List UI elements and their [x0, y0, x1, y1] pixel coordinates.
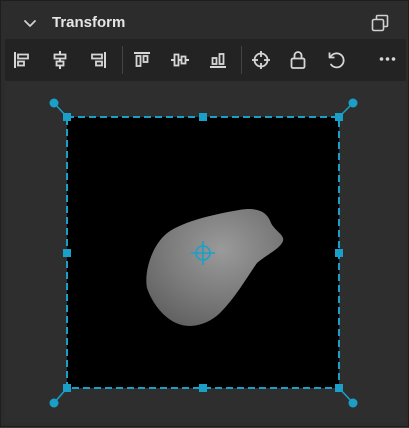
resize-handle-bottom-left[interactable]: [63, 384, 71, 392]
resize-handle-bottom-right[interactable]: [335, 384, 343, 392]
resize-handle-right[interactable]: [335, 249, 343, 257]
rotate-handle-bottom-right[interactable]: [348, 398, 358, 408]
resize-handle-top[interactable]: [199, 113, 207, 121]
transform-canvas: [49, 98, 358, 408]
resize-handle-bottom[interactable]: [199, 384, 207, 392]
resize-handle-top-left[interactable]: [63, 113, 71, 121]
transform-panel: Transform: [0, 0, 409, 427]
resize-handle-top-right[interactable]: [335, 113, 343, 121]
resize-handle-left[interactable]: [63, 249, 71, 257]
rotate-handle-top-right[interactable]: [348, 98, 358, 108]
rotate-handle-bottom-left[interactable]: [49, 398, 59, 408]
rotate-handle-top-left[interactable]: [49, 98, 59, 108]
